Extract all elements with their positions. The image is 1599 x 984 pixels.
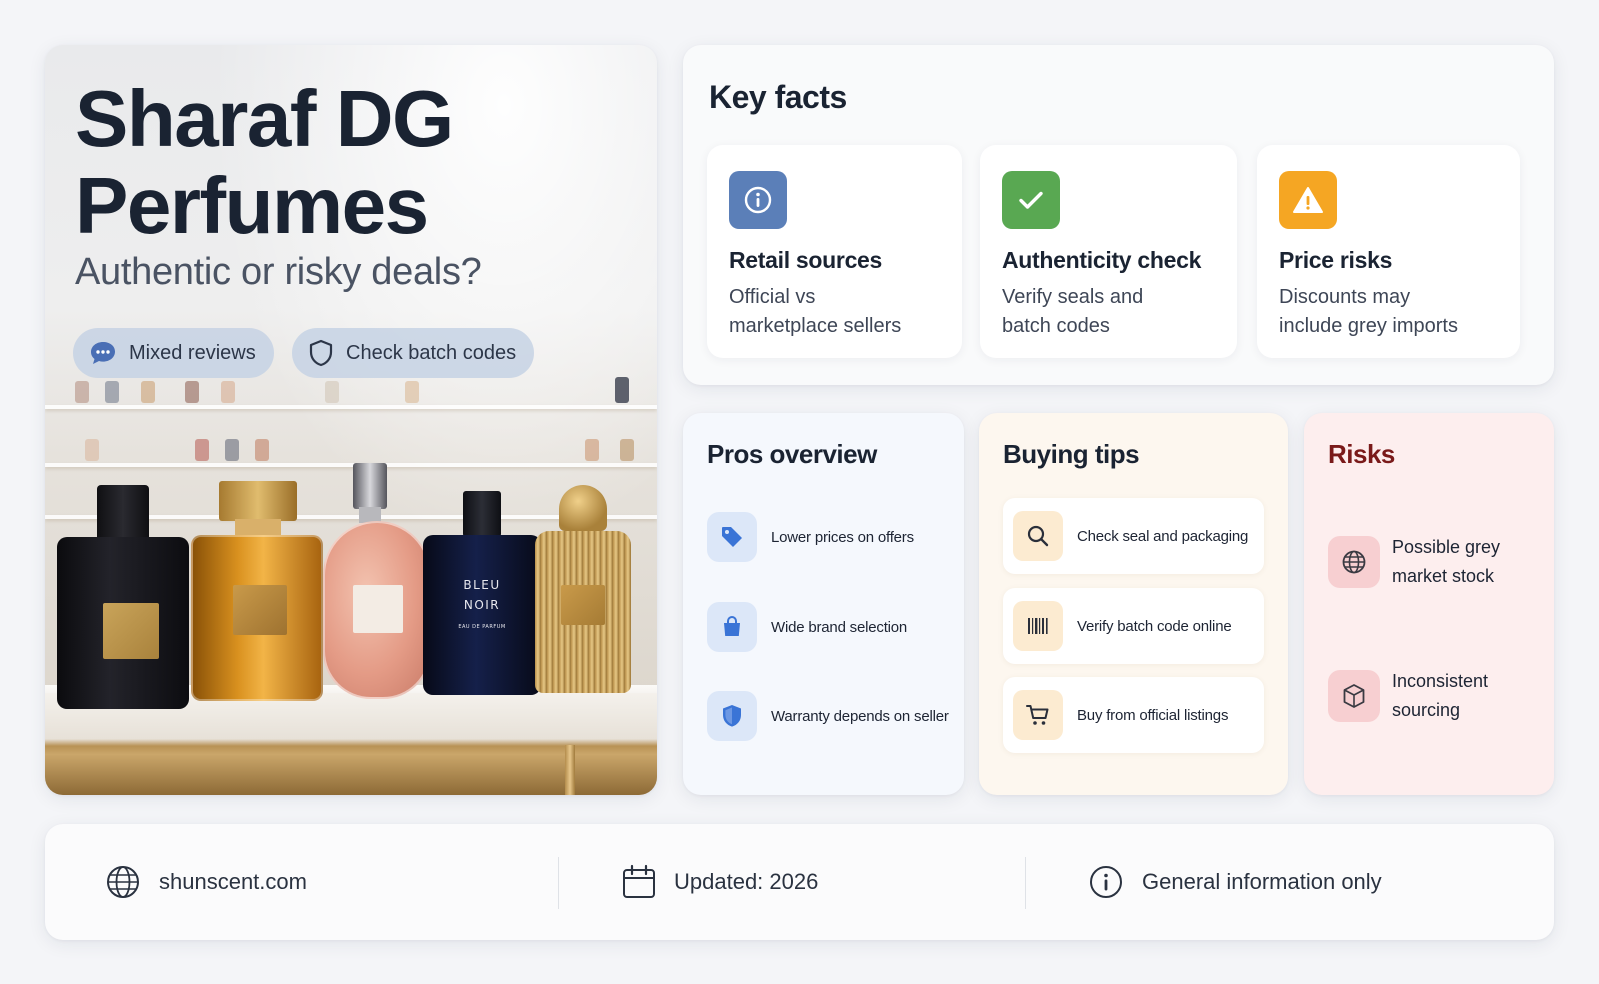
info-icon [1090, 866, 1122, 898]
pink-perfume-bottle [323, 463, 435, 701]
risks-title: Risks [1328, 439, 1395, 469]
key-facts-title: Key facts [709, 79, 847, 115]
chat-bubble-icon [91, 342, 115, 364]
gold-perfume-bottle [535, 485, 631, 695]
bleu-noir-perfume-bottle: BLEU NOIR EAU DE PARFUM [423, 491, 541, 697]
fact-icon-tile [729, 171, 787, 229]
footer-disclaimer: General information only [1088, 824, 1382, 940]
black-perfume-bottle [57, 485, 189, 711]
price-tag-icon [722, 527, 742, 547]
shield-icon [309, 339, 333, 367]
risk-label: Possible grey market stock [1392, 537, 1501, 586]
box-icon [1343, 684, 1365, 708]
page-title: Sharaf DG Perfumes [75, 74, 454, 250]
key-facts-card: Key facts Retail sources Official vs mar… [683, 45, 1554, 385]
fact-icon-tile [1002, 171, 1060, 229]
calendar-icon [623, 864, 655, 898]
tip-label: Check seal and packaging [1077, 527, 1249, 545]
shield-icon [723, 705, 741, 727]
barcode-icon [1028, 618, 1048, 634]
search-icon [1027, 525, 1049, 547]
counter-leg [565, 745, 575, 795]
pros-title: Pros overview [707, 439, 877, 469]
tip-icon-tile [1013, 690, 1063, 740]
tip-label: Buy from official listings [1077, 706, 1229, 724]
fact-description: Discounts may include grey imports [1279, 286, 1458, 337]
updated-label: Updated: 2026 [674, 869, 819, 894]
bottle-label-name: NOIR [463, 598, 501, 612]
fact-title: Price risks [1279, 247, 1393, 273]
info-icon [744, 186, 772, 214]
list-item: Possible grey market stock [1328, 533, 1522, 591]
footer-bar: shunscent.com Updated: 2026 General info… [45, 824, 1554, 940]
globe-icon [1342, 550, 1366, 574]
fact-description: Official vs marketplace sellers [729, 286, 902, 337]
buying-tips-title: Buying tips [1003, 439, 1140, 469]
risk-label: Inconsistent sourcing [1392, 671, 1489, 720]
mixed-reviews-badge: Mixed reviews [73, 328, 274, 378]
pro-label: Warranty depends on seller [771, 707, 949, 725]
list-item: Inconsistent sourcing [1328, 667, 1522, 725]
footer-website[interactable]: shunscent.com [105, 824, 307, 940]
fact-title: Retail sources [729, 247, 883, 273]
list-item: Lower prices on offers [707, 512, 914, 562]
risk-icon-tile [1328, 536, 1380, 588]
check-batch-codes-label: Check batch codes [346, 341, 517, 364]
pro-icon-tile [707, 602, 757, 652]
check-icon [1019, 191, 1043, 209]
mixed-reviews-label: Mixed reviews [129, 341, 256, 364]
fact-icon-tile [1279, 171, 1337, 229]
pros-overview-card: Pros overview Lower prices on offers Wid… [683, 413, 964, 795]
tip-icon-tile [1013, 601, 1063, 651]
page-subtitle: Authentic or risky deals? [75, 251, 482, 293]
list-item: Warranty depends on seller [707, 691, 949, 741]
list-item: Wide brand selection [707, 602, 907, 652]
hero-card: BLEU NOIR EAU DE PARFUM Sharaf DG Perfum… [45, 45, 657, 795]
pro-icon-tile [707, 512, 757, 562]
website-link[interactable]: shunscent.com [159, 869, 307, 895]
fact-retail-sources: Retail sources Official vs marketplace s… [707, 145, 962, 358]
footer-updated: Updated: 2026 [622, 824, 818, 940]
fact-price-risks: Price risks Discounts may include grey i… [1257, 145, 1520, 358]
bottle-label-brand: BLEU [463, 578, 501, 592]
list-item: Verify batch code online [1003, 588, 1264, 664]
amber-perfume-bottle [191, 481, 323, 703]
fact-title: Authenticity check [1002, 247, 1202, 273]
footer-divider [558, 857, 559, 909]
fact-authenticity-check: Authenticity check Verify seals and batc… [980, 145, 1237, 358]
risk-icon-tile [1328, 670, 1380, 722]
cart-icon [1026, 705, 1049, 725]
footer-divider [1025, 857, 1026, 909]
bottle-label-type: EAU DE PARFUM [458, 624, 506, 630]
check-batch-codes-badge: Check batch codes [292, 328, 535, 378]
disclaimer-label: General information only [1142, 869, 1382, 894]
tip-label: Verify batch code online [1077, 617, 1232, 635]
warning-icon [1293, 187, 1323, 213]
pro-label: Wide brand selection [771, 618, 908, 636]
pro-label: Lower prices on offers [771, 528, 914, 546]
risks-card: Risks Possible grey market stock Inconsi… [1304, 413, 1554, 795]
buying-tips-card: Buying tips Check seal and packaging Ver… [979, 413, 1288, 795]
globe-icon [107, 866, 139, 898]
shopping-bag-icon [724, 616, 740, 636]
list-item: Check seal and packaging [1003, 498, 1264, 574]
list-item: Buy from official listings [1003, 677, 1264, 753]
pro-icon-tile [707, 691, 757, 741]
fact-description: Verify seals and batch codes [1002, 286, 1144, 337]
tip-icon-tile [1013, 511, 1063, 561]
